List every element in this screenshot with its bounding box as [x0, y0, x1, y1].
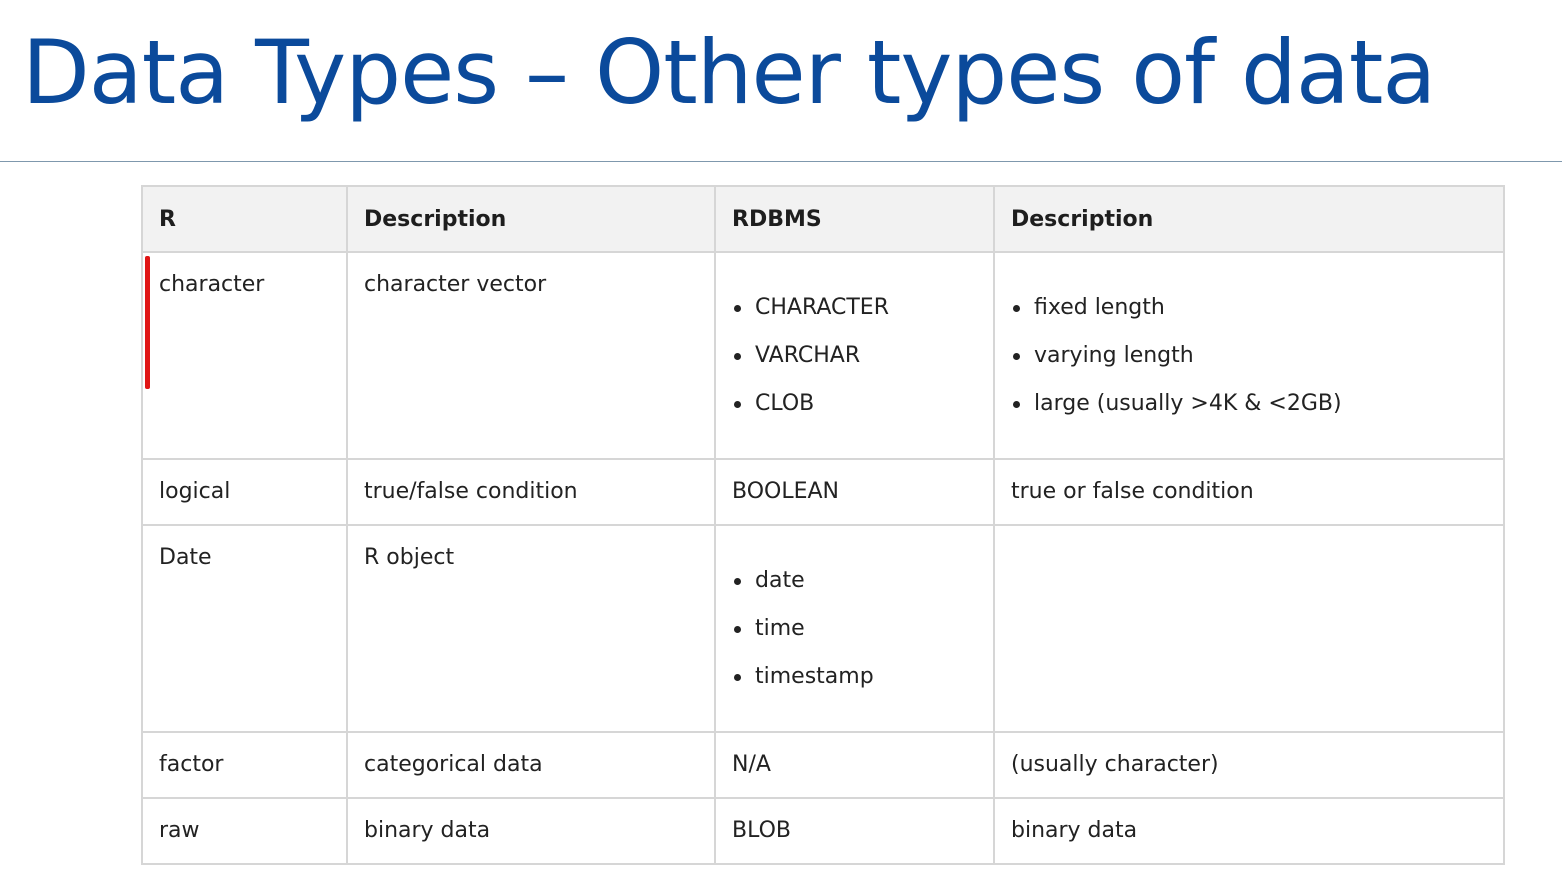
cell-description: categorical data	[346, 731, 716, 799]
cell-rdbms: date time timestamp	[714, 524, 995, 733]
list-item: timestamp	[734, 663, 977, 711]
list-item: CHARACTER	[734, 294, 977, 342]
cell-rdbms-description: true or false condition	[993, 458, 1505, 526]
table-row: character character vector CHARACTER VAR…	[141, 251, 1505, 460]
table-body: character character vector CHARACTER VAR…	[141, 251, 1505, 865]
slide-title: Data Types – Other types of data	[22, 21, 1436, 124]
cell-r: raw	[141, 797, 348, 865]
title-divider	[0, 161, 1562, 162]
cell-rdbms-description: binary data	[993, 797, 1505, 865]
cell-rdbms: BLOB	[714, 797, 995, 865]
rdbms-description-list: fixed length varying length large (usual…	[1011, 294, 1487, 438]
header-row: R Description RDBMS Description	[141, 185, 1505, 253]
data-types-table: R Description RDBMS Description characte…	[141, 185, 1505, 865]
cell-r: character	[141, 251, 348, 460]
cell-rdbms: CHARACTER VARCHAR CLOB	[714, 251, 995, 460]
cell-rdbms-description: fixed length varying length large (usual…	[993, 251, 1505, 460]
header-rdbms: RDBMS	[714, 185, 995, 253]
list-item: date	[734, 567, 977, 615]
list-item: varying length	[1013, 342, 1487, 390]
cell-description: R object	[346, 524, 716, 733]
cell-rdbms-description	[993, 524, 1505, 733]
list-item: fixed length	[1013, 294, 1487, 342]
list-item: time	[734, 615, 977, 663]
rdbms-list: CHARACTER VARCHAR CLOB	[732, 294, 977, 438]
header-description: Description	[346, 185, 716, 253]
rdbms-list: date time timestamp	[732, 567, 977, 711]
list-item: VARCHAR	[734, 342, 977, 390]
annotation-marker	[145, 256, 150, 389]
cell-description: binary data	[346, 797, 716, 865]
cell-description: true/false condition	[346, 458, 716, 526]
table-row: factor categorical data N/A (usually cha…	[141, 731, 1505, 799]
cell-rdbms-description: (usually character)	[993, 731, 1505, 799]
cell-r: factor	[141, 731, 348, 799]
table-header: R Description RDBMS Description	[141, 185, 1505, 253]
table-row: raw binary data BLOB binary data	[141, 797, 1505, 865]
header-rdbms-description: Description	[993, 185, 1505, 253]
slide: Data Types – Other types of data R Descr…	[0, 0, 1562, 887]
cell-r: Date	[141, 524, 348, 733]
cell-r: logical	[141, 458, 348, 526]
cell-rdbms: BOOLEAN	[714, 458, 995, 526]
table-row: Date R object date time timestamp	[141, 524, 1505, 733]
table-row: logical true/false condition BOOLEAN tru…	[141, 458, 1505, 526]
list-item: large (usually >4K & <2GB)	[1013, 390, 1487, 438]
cell-description: character vector	[346, 251, 716, 460]
cell-rdbms: N/A	[714, 731, 995, 799]
header-r: R	[141, 185, 348, 253]
list-item: CLOB	[734, 390, 977, 438]
